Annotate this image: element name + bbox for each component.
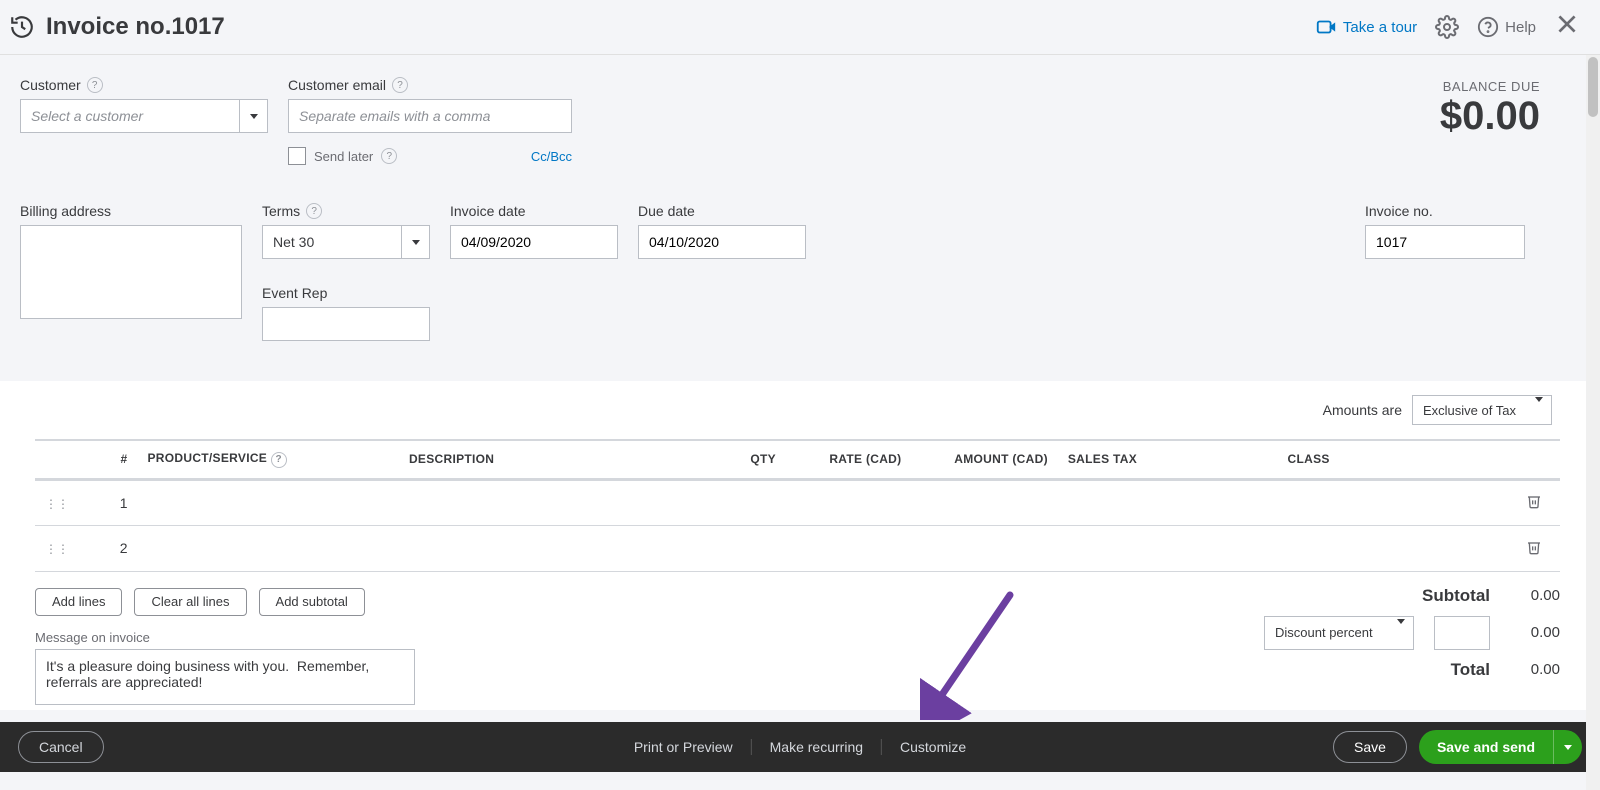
customer-email-input[interactable] [288, 99, 572, 133]
history-icon[interactable] [8, 13, 36, 41]
event-rep-input[interactable] [262, 307, 430, 341]
send-later-checkbox[interactable] [288, 147, 306, 165]
total-label: Total [1451, 660, 1490, 680]
col-class: CLASS [1278, 440, 1508, 479]
amounts-are-label: Amounts are [1323, 402, 1402, 418]
message-input[interactable] [35, 649, 415, 705]
message-label: Message on invoice [35, 630, 415, 645]
subtotal-value: 0.00 [1510, 587, 1560, 604]
row-number: 1 [81, 479, 137, 525]
ccbcc-link[interactable]: Cc/Bcc [531, 149, 572, 164]
save-send-button[interactable]: Save and send [1419, 730, 1582, 764]
table-row[interactable]: ⋮⋮ 2 [35, 525, 1560, 571]
trash-icon[interactable] [1526, 542, 1542, 558]
page-title: Invoice no.1017 [46, 13, 225, 41]
invoice-no-input[interactable] [1365, 225, 1525, 259]
balance-label: BALANCE DUE [1440, 79, 1540, 94]
page-header: Invoice no.1017 Take a tour Help [0, 0, 1600, 55]
customer-label: Customer? [20, 77, 268, 93]
help-circle-icon[interactable]: ? [87, 77, 103, 93]
tour-label: Take a tour [1343, 19, 1417, 36]
send-later-label: Send later [314, 149, 373, 164]
scrollbar[interactable] [1586, 55, 1600, 790]
email-label: Customer email? [288, 77, 572, 93]
gear-icon[interactable] [1435, 15, 1459, 39]
chevron-down-icon [1389, 624, 1413, 642]
add-subtotal-button[interactable]: Add subtotal [259, 588, 365, 616]
cancel-button[interactable]: Cancel [18, 731, 104, 763]
take-tour-link[interactable]: Take a tour [1315, 16, 1417, 38]
save-send-label: Save and send [1419, 739, 1553, 755]
help-circle-icon[interactable]: ? [306, 203, 322, 219]
table-row[interactable]: ⋮⋮ 1 [35, 479, 1560, 525]
discount-label: Discount percent [1265, 625, 1389, 640]
balance-due: BALANCE DUE $0.00 [1440, 79, 1540, 139]
drag-handle-icon[interactable]: ⋮⋮ [45, 497, 69, 511]
chevron-down-icon [1527, 402, 1551, 418]
customer-select[interactable]: Select a customer [20, 99, 268, 133]
close-icon[interactable] [1554, 11, 1580, 44]
save-send-dropdown[interactable] [1553, 730, 1582, 764]
help-label: Help [1505, 19, 1536, 36]
billing-label: Billing address [20, 203, 242, 219]
col-qty: QTY [660, 440, 786, 479]
clear-lines-button[interactable]: Clear all lines [134, 588, 246, 616]
billing-address-input[interactable] [20, 225, 242, 319]
col-amount: AMOUNT (CAD) [911, 440, 1057, 479]
col-number: # [81, 440, 137, 479]
total-value: 0.00 [1510, 661, 1560, 678]
customer-placeholder: Select a customer [21, 108, 239, 124]
add-lines-button[interactable]: Add lines [35, 588, 122, 616]
row-number: 2 [81, 525, 137, 571]
help-circle-icon[interactable]: ? [381, 148, 397, 164]
trash-icon[interactable] [1526, 496, 1542, 512]
terms-value: Net 30 [263, 234, 401, 250]
amounts-are-select[interactable]: Exclusive of Tax [1412, 395, 1552, 425]
chevron-down-icon [239, 100, 267, 132]
help-button[interactable]: Help [1477, 16, 1536, 38]
invoice-date-label: Invoice date [450, 203, 618, 219]
col-description: DESCRIPTION [399, 440, 660, 479]
customize-link[interactable]: Customize [882, 739, 984, 755]
drag-handle-icon[interactable]: ⋮⋮ [45, 542, 69, 556]
col-tax: SALES TAX [1058, 440, 1278, 479]
invoice-form-upper: Customer? Select a customer Customer ema… [0, 55, 1600, 381]
help-circle-icon[interactable]: ? [392, 77, 408, 93]
make-recurring-link[interactable]: Make recurring [752, 739, 882, 755]
due-date-input[interactable] [638, 225, 806, 259]
col-rate: RATE (CAD) [786, 440, 912, 479]
terms-label: Terms? [262, 203, 430, 219]
tour-icon [1315, 16, 1337, 38]
terms-select[interactable]: Net 30 [262, 225, 430, 259]
print-preview-link[interactable]: Print or Preview [616, 739, 752, 755]
amounts-are-value: Exclusive of Tax [1413, 403, 1527, 418]
discount-input[interactable] [1434, 616, 1490, 650]
footer-bar: Cancel Print or Preview Make recurring C… [0, 722, 1600, 772]
chevron-down-icon [401, 226, 429, 258]
help-circle-icon[interactable]: ? [271, 452, 287, 468]
discount-type-select[interactable]: Discount percent [1264, 616, 1414, 650]
discount-value: 0.00 [1510, 624, 1560, 641]
invoice-lines-section: Amounts are Exclusive of Tax # PRODUCT/S… [0, 381, 1600, 710]
balance-amount: $0.00 [1440, 94, 1540, 139]
invoice-no-label: Invoice no. [1365, 203, 1525, 219]
due-date-label: Due date [638, 203, 806, 219]
col-product: PRODUCT/SERVICE ? [137, 440, 398, 479]
subtotal-label: Subtotal [1422, 586, 1490, 606]
event-rep-label: Event Rep [262, 285, 430, 301]
invoice-date-input[interactable] [450, 225, 618, 259]
save-button[interactable]: Save [1333, 731, 1407, 763]
line-items-table: # PRODUCT/SERVICE ? DESCRIPTION QTY RATE… [35, 439, 1560, 572]
help-icon [1477, 16, 1499, 38]
